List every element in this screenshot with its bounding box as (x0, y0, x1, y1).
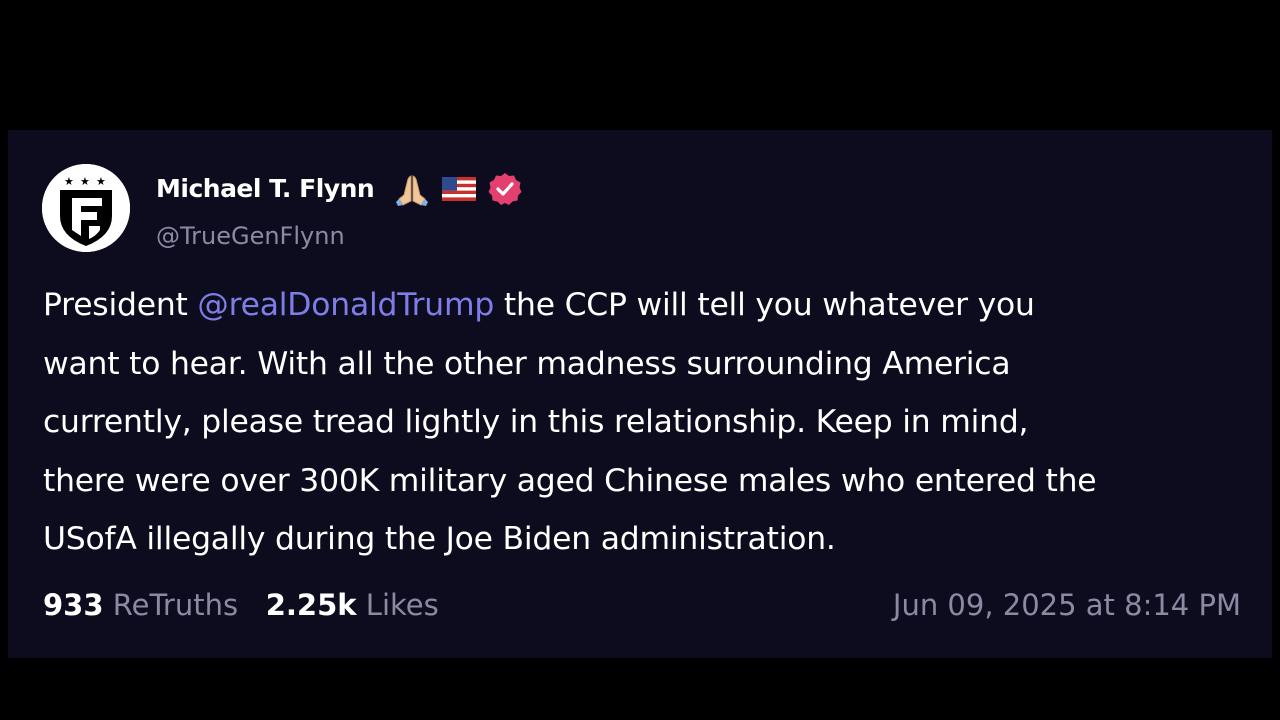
post-body-line: currently, please tread lightly in this … (43, 404, 1029, 440)
author-handle[interactable]: @TrueGenFlynn (156, 222, 345, 250)
verified-badge-icon (488, 172, 522, 206)
mention-link[interactable]: @realDonaldTrump (197, 287, 494, 323)
retruths-stat[interactable]: 933 ReTruths (43, 588, 238, 622)
likes-count: 2.25k (265, 588, 357, 622)
post-body: President @realDonaldTrump the CCP will … (43, 276, 1258, 569)
retruths-label: ReTruths (112, 588, 239, 622)
likes-label: Likes (365, 588, 439, 622)
post-text: President (43, 287, 198, 323)
svg-text:★: ★ (64, 175, 74, 188)
post-body-line: USofA illegally during the Joe Biden adm… (43, 521, 836, 557)
avatar[interactable]: ★ ★ ★ (42, 164, 130, 252)
post-timestamp[interactable]: Jun 09, 2025 at 8:14 PM (893, 588, 1241, 622)
praying-hands-icon (394, 171, 430, 207)
likes-stat[interactable]: 2.25k Likes (266, 588, 439, 622)
name-icons (394, 170, 522, 208)
svg-text:★: ★ (96, 175, 106, 188)
post-body-line: want to hear. With all the other madness… (43, 345, 1011, 382)
us-flag-icon (442, 177, 476, 201)
post-body-line: there were over 300K military aged Chine… (43, 462, 1097, 499)
post-stats: 933 ReTruths 2.25k Likes (43, 588, 439, 622)
svg-text:★: ★ (80, 175, 90, 188)
flynn-logo-icon: ★ ★ ★ (42, 164, 130, 252)
post-text: the CCP will tell you whatever you (494, 287, 1035, 323)
author-name[interactable]: Michael T. Flynn (156, 174, 375, 203)
post-body-line: President @realDonaldTrump the CCP will … (43, 276, 1258, 335)
retruths-count: 933 (43, 588, 104, 622)
post-card: ★ ★ ★ Michael T. Flynn @TrueGenFlynn Pre… (8, 130, 1272, 658)
